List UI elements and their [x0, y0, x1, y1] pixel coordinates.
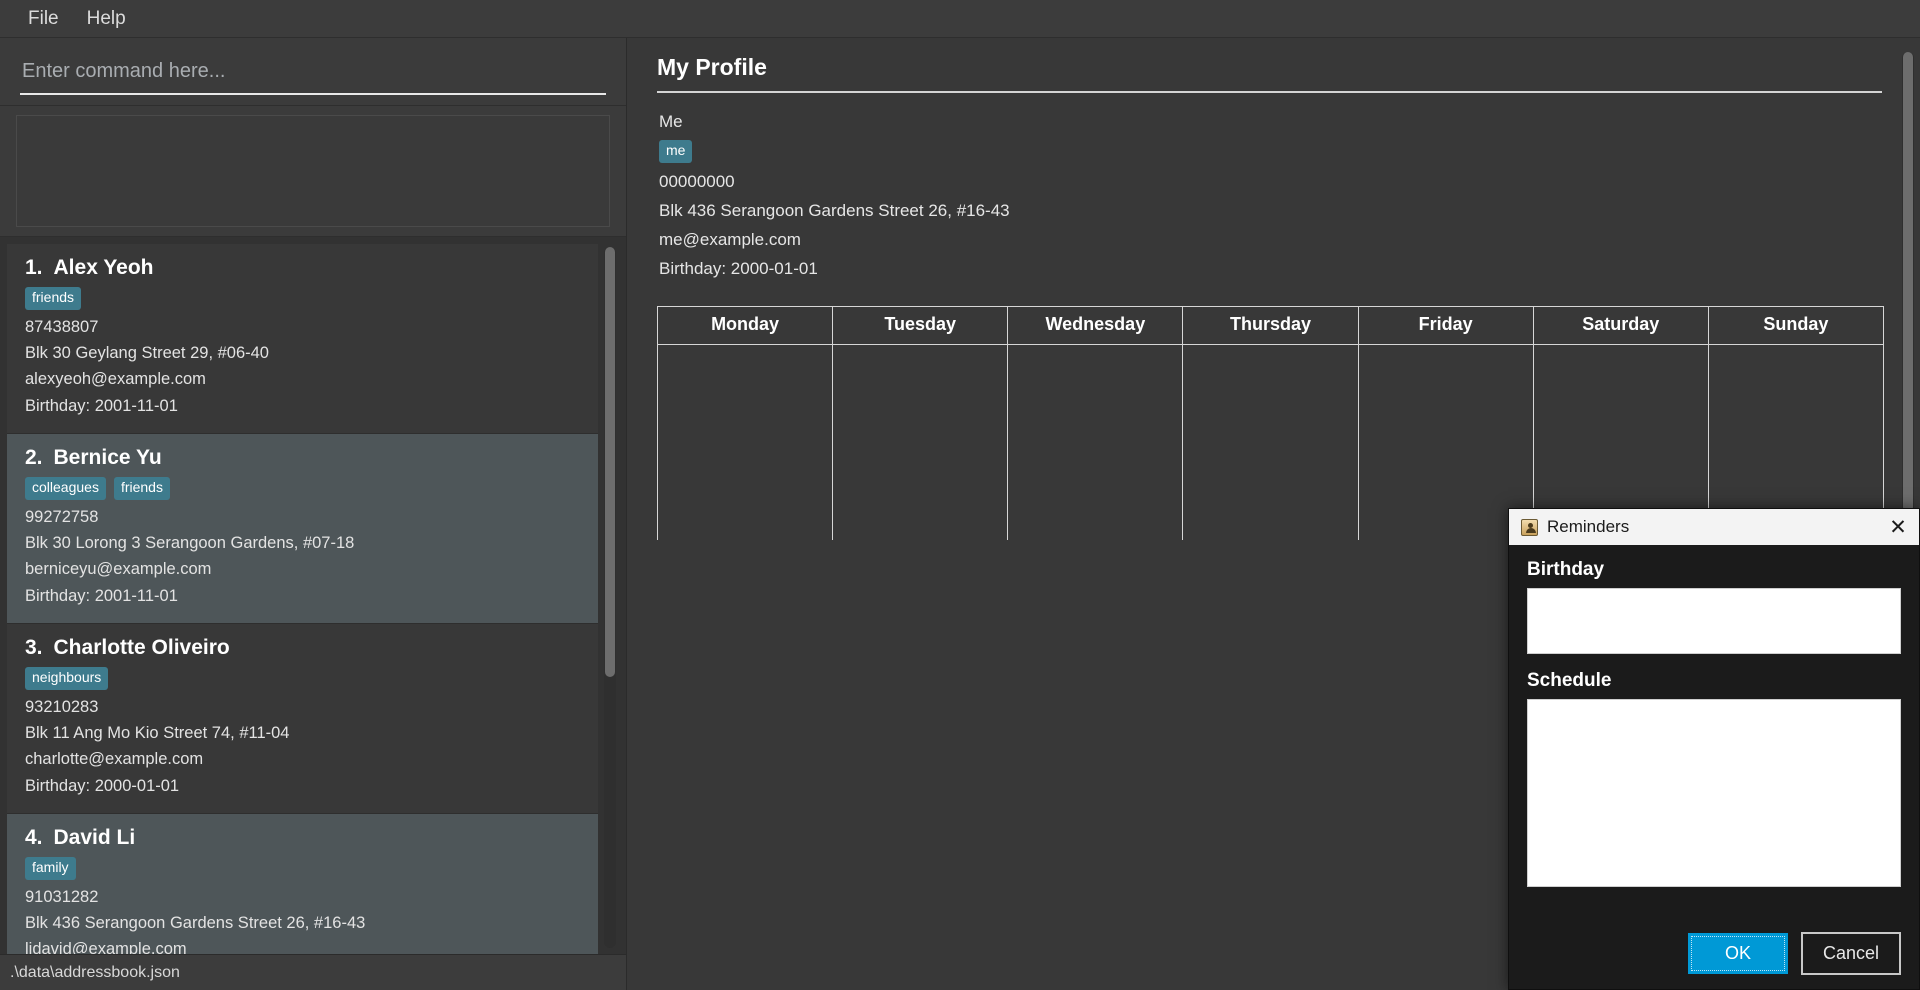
profile-tag: me [659, 140, 693, 163]
person-list[interactable]: 1. Alex Yeoh friends 87438807 Blk 30 Geylang… [7, 244, 626, 954]
status-bar: .\data\addressbook.json [0, 954, 626, 990]
person-email: alexyeoh@example.com [25, 370, 206, 389]
profile-birthday: Birthday: 2000-01-01 [659, 259, 818, 279]
schedule-column-header: Saturday [1532, 305, 1709, 345]
person-list-panel: 1. Alex Yeoh friends 87438807 Blk 30 Geylang… [0, 237, 626, 954]
right-scrollport: My Profile Me me 00000000 Blk 436 Serang… [627, 38, 1920, 541]
close-icon[interactable]: ✕ [1883, 513, 1913, 541]
person-card-header: 1. Alex Yeoh [25, 256, 582, 280]
profile-phone: 00000000 [659, 171, 735, 191]
person-name: Alex Yeoh [53, 256, 154, 279]
page-title: My Profile [657, 54, 767, 80]
person-index: 4. [25, 826, 43, 850]
birthday-reminders-field[interactable] [1527, 588, 1901, 654]
command-box [0, 38, 626, 106]
schedule-table: Monday Tuesday Wednesday Thursday Friday Satu… [656, 305, 1885, 541]
person-index: 3. [25, 636, 43, 660]
person-tag: friends [113, 477, 170, 500]
dialog-titlebar[interactable]: Reminders ✕ [1509, 509, 1919, 545]
left-pane: 1. Alex Yeoh friends 87438807 Blk 30 Geylang… [0, 38, 627, 990]
schedule-column-header: Sunday [1707, 305, 1885, 345]
schedule-cell[interactable] [656, 344, 834, 541]
profile-tag-row: me [659, 140, 1884, 163]
person-tag-row: family [25, 857, 582, 880]
status-bar-file-path: .\data\addressbook.json [10, 963, 180, 981]
schedule-cell[interactable] [1182, 344, 1359, 541]
person-list-scrollbar[interactable] [604, 247, 616, 948]
person-email: lidavid@example.com [25, 940, 187, 954]
dialog-button-row: OK Cancel [1509, 927, 1919, 989]
person-card-header: 4. David Li [25, 826, 582, 850]
schedule-column-header: Tuesday [832, 305, 1009, 345]
reminders-dialog: Reminders ✕ Birthday Schedule OK Cancel [1508, 508, 1920, 990]
person-address: Blk 30 Geylang Street 29, #06-40 [25, 343, 269, 362]
person-tag-row: colleagues friends [25, 477, 582, 500]
profile-card: Me me 00000000 Blk 436 Serangoon Gardens… [649, 107, 1884, 284]
person-email: charlotte@example.com [25, 750, 204, 769]
person-tag-row: neighbours [25, 667, 582, 690]
schedule-cell[interactable] [832, 344, 1009, 541]
person-tag-row: friends [25, 287, 582, 310]
person-index: 2. [25, 446, 43, 470]
birthday-label: Birthday [1527, 559, 1605, 580]
person-card-header: 2. Bernice Yu [25, 446, 582, 470]
person-tag: family [25, 857, 76, 880]
person-name: David Li [53, 826, 136, 850]
person-name: Bernice Yu [53, 446, 162, 470]
schedule-reminders-field[interactable] [1527, 699, 1901, 887]
person-card[interactable]: 1. Alex Yeoh friends 87438807 Blk 30 Geylang… [7, 244, 598, 435]
person-card[interactable]: 3. Charlotte Oliveiro neighbours 93210283 Bl… [7, 624, 598, 815]
schedule-table-header-row: Monday Tuesday Wednesday Thursday Friday Satu… [656, 305, 1885, 345]
profile-email: me@example.com [659, 230, 801, 250]
person-tag: friends [25, 287, 82, 310]
dialog-content: Birthday Schedule [1509, 545, 1919, 927]
menu-item-help[interactable]: Help [73, 4, 140, 34]
app-window: File Help 1. Alex Yeoh friends 87438807 Blk … [0, 0, 1920, 990]
address-book-icon [1521, 518, 1538, 536]
person-phone: 91031282 [25, 887, 99, 906]
schedule-column-header: Wednesday [1007, 305, 1184, 345]
person-email: berniceyu@example.com [25, 560, 212, 579]
schedule-column-header: Friday [1357, 305, 1534, 345]
person-address: Blk 11 Ang Mo Kio Street 74, #11-04 [25, 724, 290, 743]
person-birthday: Birthday: 2001-11-01 [25, 586, 178, 605]
cancel-button[interactable]: Cancel [1801, 931, 1901, 975]
person-card[interactable]: 2. Bernice Yu colleagues friends 99272758 Blk… [7, 434, 598, 625]
person-card[interactable]: 4. David Li family 91031282 Blk 436 Serangoo… [7, 814, 598, 954]
person-birthday: Birthday: 2000-01-01 [25, 776, 180, 795]
schedule-column-header: Monday [656, 305, 834, 345]
scrollbar-thumb[interactable] [605, 247, 615, 677]
profile-name: Me [659, 112, 683, 131]
person-name: Charlotte Oliveiro [53, 636, 230, 660]
title-divider [657, 91, 1882, 93]
ok-button[interactable]: OK [1688, 932, 1788, 974]
result-display-wrap [0, 106, 626, 237]
schedule-column-header: Thursday [1182, 305, 1359, 345]
result-display [16, 115, 610, 227]
person-index: 1. [25, 256, 43, 279]
profile-address: Blk 436 Serangoon Gardens Street 26, #16… [659, 200, 1010, 220]
person-address: Blk 30 Lorong 3 Serangoon Gardens, #07-1… [25, 533, 355, 552]
person-tag: colleagues [25, 477, 106, 500]
command-input[interactable] [20, 56, 606, 95]
schedule-label: Schedule [1527, 670, 1612, 691]
schedule-cell[interactable] [1357, 344, 1534, 541]
person-tag: neighbours [25, 667, 109, 690]
person-birthday: Birthday: 2001-11-01 [25, 396, 178, 415]
person-phone: 99272758 [25, 507, 99, 526]
person-address: Blk 436 Serangoon Gardens Street 26, #16… [25, 914, 366, 933]
dialog-title: Reminders [1547, 517, 1630, 536]
person-card-header: 3. Charlotte Oliveiro [25, 636, 582, 660]
scrollbar-thumb[interactable] [1903, 52, 1913, 512]
menu-bar: File Help [0, 0, 1920, 38]
schedule-table-wrap: Monday Tuesday Wednesday Thursday Friday Satu… [656, 305, 1885, 541]
person-phone: 93210283 [25, 697, 99, 716]
menu-item-file[interactable]: File [14, 4, 73, 34]
person-phone: 87438807 [25, 317, 99, 336]
schedule-cell[interactable] [1007, 344, 1184, 541]
